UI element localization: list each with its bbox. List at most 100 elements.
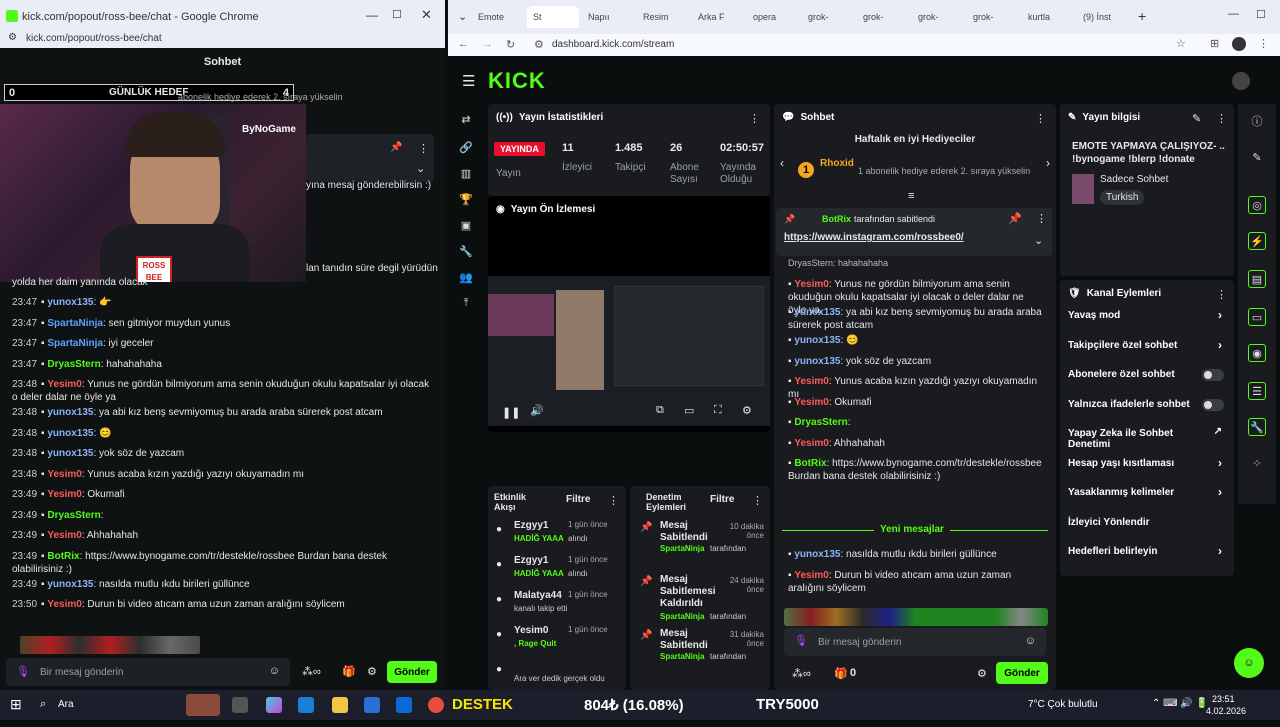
new-tab-icon[interactable]: + [1138, 8, 1146, 24]
pinned-link[interactable]: https://www.instagram.com/rossbee0/ [784, 232, 964, 243]
chat-username[interactable]: yunox135 [794, 335, 840, 346]
message-username[interactable]: yunox135 [47, 428, 93, 439]
chat-username[interactable]: Yesim0 [794, 279, 828, 290]
mic-icon[interactable]: 🎙 [16, 665, 30, 678]
activity-item[interactable]: ● Ara ver dedik gerçek oldu [488, 658, 626, 692]
task-view-icon[interactable] [232, 697, 248, 713]
browser-tab[interactable]: grok- [912, 6, 964, 28]
activity-item[interactable]: ● Ezgyy1 1 gün önce HADİĞ YAAA alındı [488, 553, 626, 587]
chat-username[interactable]: Yesim0 [794, 376, 828, 387]
browser-tab[interactable]: grok- [967, 6, 1019, 28]
pencil-icon[interactable]: ✎ [1248, 148, 1266, 166]
theater-icon[interactable]: ▭ [684, 404, 694, 417]
back-icon[interactable]: ← [458, 38, 469, 50]
tools-icon[interactable]: 🔧 [1248, 418, 1266, 436]
channel-action-row[interactable]: Yavaş mod › [1068, 308, 1224, 334]
more-icon[interactable]: ⋮ [418, 142, 429, 155]
player-settings-icon[interactable]: ⚙ [742, 404, 752, 417]
fullscreen-icon[interactable]: ⛶ [714, 404, 722, 417]
activity-item[interactable]: ● Ezgyy1 1 gün önce HADİĞ YAAA alındı [488, 518, 626, 552]
support-chat-button[interactable]: ☺ [1234, 648, 1264, 678]
activity-more-icon[interactable]: ⋮ [608, 494, 619, 507]
actions-more-icon[interactable]: ⋮ [1216, 288, 1227, 301]
moderation-item[interactable]: 📌 Mesaj Sabitlendi 10 dakika önce SpartaNin… [630, 518, 770, 570]
clock-time[interactable]: 23:51 [1212, 694, 1235, 704]
chrome-icon[interactable] [428, 697, 444, 713]
weather-text[interactable]: 7°C Çok bulutlu [1028, 699, 1098, 710]
user-avatar[interactable] [1232, 72, 1250, 90]
unpin-icon[interactable]: 📌 [1008, 212, 1022, 225]
channel-action-row[interactable]: Abonelere özel sohbet [1068, 369, 1224, 393]
windows-start-icon[interactable]: ⊞ [10, 696, 22, 713]
channel-action-row[interactable]: Takipçilere özel sohbet › [1068, 338, 1224, 364]
browser-tab[interactable]: grok- [857, 6, 909, 28]
wrench-icon[interactable]: 🔧 [457, 242, 475, 260]
site-info-icon-right[interactable]: ⚙ [534, 38, 544, 51]
right-maximize-icon[interactable]: ☐ [1256, 8, 1266, 21]
chat-more-icon[interactable]: ⋮ [1035, 112, 1046, 125]
browser-tab[interactable]: St [527, 6, 579, 28]
message-username[interactable]: yunox135 [47, 448, 93, 459]
profile-avatar[interactable] [1232, 37, 1246, 51]
activity-item[interactable]: ● Yesim0 1 gün önce , Rage Quit [488, 623, 626, 657]
browser-tab[interactable]: Napıı [582, 6, 634, 28]
gifters-prev-icon[interactable]: ‹ [780, 156, 784, 170]
moderation-filter-button[interactable]: Filtre [710, 494, 734, 505]
link-icon[interactable]: 🔗 [457, 138, 475, 156]
activity-filter-button[interactable]: Filtre [566, 494, 590, 505]
message-username[interactable]: SpartaNinja [47, 318, 103, 329]
settings-icon[interactable]: ⚙ [367, 665, 377, 678]
analytics-icon[interactable]: ▥ [457, 164, 475, 182]
chat-mic-icon[interactable]: 🎙 [794, 634, 808, 647]
message-username[interactable]: Yesim0 [47, 599, 81, 610]
maximize-icon[interactable]: ☐ [392, 8, 402, 21]
chat-input[interactable]: 🎙 Bir mesaj gönderin ☺ [784, 628, 1046, 656]
taskbar-search-label[interactable]: Ara [58, 699, 74, 710]
hamburger-menu-icon[interactable]: ☰ [462, 72, 475, 90]
message-username[interactable]: SpartaNinja [47, 338, 103, 349]
minimize-icon[interactable]: — [366, 8, 378, 22]
stats-more-icon[interactable]: ⋮ [749, 112, 760, 125]
message-username[interactable]: BotRix [47, 551, 79, 562]
volume-icon[interactable]: 🔊 [530, 404, 544, 417]
message-username[interactable]: Yesim0 [47, 379, 81, 390]
rail-toggle-icon[interactable]: ⇄ [457, 110, 475, 128]
toggle-switch[interactable] [1202, 369, 1224, 381]
info-more-icon[interactable]: ⋮ [1216, 112, 1227, 125]
toggle-switch[interactable] [1202, 398, 1224, 411]
gifters-next-icon[interactable]: › [1046, 156, 1050, 170]
store-icon[interactable] [364, 697, 380, 713]
add-widget-icon[interactable]: ⁘ [1248, 454, 1266, 472]
close-icon[interactable]: ✕ [421, 7, 432, 23]
info-edit-icon[interactable]: ✎ [1192, 112, 1201, 125]
message-username[interactable]: Yesim0 [47, 489, 81, 500]
bookmark-star-icon[interactable]: ☆ [1176, 37, 1186, 50]
chat-settings-icon[interactable]: ⚙ [977, 667, 987, 680]
browser-tab[interactable]: kurtla [1022, 6, 1074, 28]
edge-icon[interactable] [298, 697, 314, 713]
category-name[interactable]: Sadece Sohbet [1100, 174, 1168, 185]
pinned-more-icon[interactable]: ⋮ [1036, 212, 1047, 225]
emote-picker-bar[interactable] [784, 608, 1048, 626]
file-explorer-icon[interactable] [332, 697, 348, 713]
message-username[interactable]: DryasStern [47, 510, 100, 521]
message-username[interactable]: yunox135 [47, 579, 93, 590]
forward-icon[interactable]: → [482, 38, 493, 50]
upload-icon[interactable]: ⤒ [457, 294, 475, 312]
browser-tab[interactable]: Emote [472, 6, 524, 28]
channel-action-row[interactable]: İzleyici Yönlendir [1068, 517, 1224, 541]
browser-tab[interactable]: Resim [637, 6, 689, 28]
chat-points-icon[interactable]: ⁂∞ [792, 667, 811, 680]
message-username[interactable]: Yesim0 [47, 469, 81, 480]
chat-username[interactable]: BotRix [794, 458, 826, 469]
video-icon[interactable]: ▣ [457, 216, 475, 234]
activity-item[interactable]: ● Malatya44 1 gün önce kanalı takip etti [488, 588, 626, 622]
taskbar-search-icon[interactable]: ⌕ [40, 698, 46, 711]
pinned-expand-icon[interactable]: ⌄ [1034, 234, 1043, 247]
chat-username[interactable]: yunox135 [794, 356, 840, 367]
gift-icon[interactable]: 🎁 [342, 665, 356, 678]
message-username[interactable]: Yesim0 [47, 530, 81, 541]
focus-icon[interactable]: ◎ [1248, 196, 1266, 214]
info-icon[interactable]: ⓘ [1248, 112, 1266, 130]
browser-tab[interactable]: Arka F [692, 6, 744, 28]
